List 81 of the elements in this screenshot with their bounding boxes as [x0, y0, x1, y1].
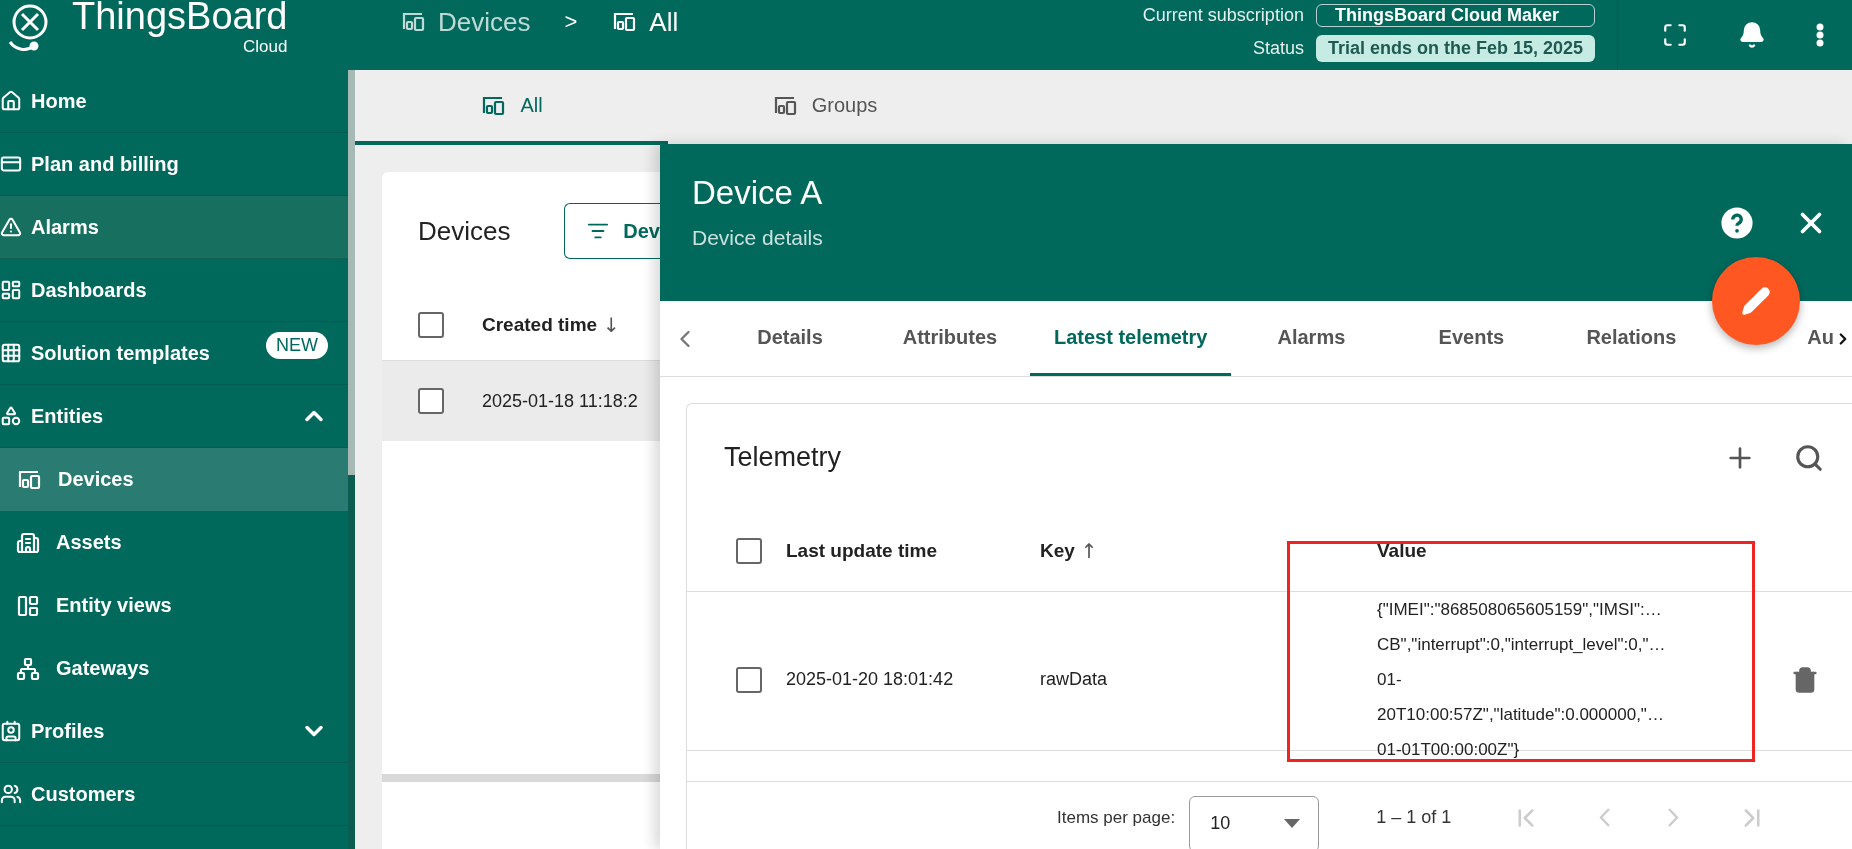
dropdown-caret-icon — [1284, 819, 1301, 828]
contact-icon — [0, 720, 22, 742]
tab[interactable]: Groups — [668, 70, 981, 145]
fullscreen-button[interactable] — [1662, 22, 1688, 48]
search-icon — [1794, 442, 1824, 473]
sidebar-item[interactable]: Profiles — [0, 700, 348, 763]
panel-subtitle: Device details — [692, 226, 824, 250]
dashboard-icon — [0, 279, 22, 301]
table-cell-text: rawData — [1040, 669, 1109, 690]
notifications-button[interactable] — [1738, 21, 1766, 49]
tab[interactable]: Alarms — [1231, 301, 1392, 376]
tab[interactable]: Relations — [1551, 301, 1712, 376]
tab[interactable]: Attributes — [870, 301, 1030, 376]
warning-icon — [0, 216, 22, 238]
building-icon — [16, 530, 40, 555]
sort-arrow: ↑ — [1080, 539, 1098, 563]
trash-icon — [1791, 665, 1819, 694]
column-header[interactable]: Key ↑ — [1040, 539, 1377, 563]
device-icon — [611, 11, 638, 33]
sidebar-subitem[interactable]: Devices — [0, 448, 348, 511]
subscription-plan[interactable]: ThingsBoard Cloud Maker — [1315, 4, 1595, 27]
new-badge: NEW — [266, 331, 328, 359]
horizontal-scrollbar[interactable] — [382, 774, 660, 782]
breadcrumb-item[interactable]: Devices — [438, 6, 531, 38]
shapes-icon — [0, 405, 22, 427]
filter-button[interactable]: Dev — [564, 203, 660, 259]
tab[interactable]: Latest telemetry — [1030, 301, 1232, 376]
logo-text: ThingsBoard — [72, 0, 288, 38]
status-label: Status — [1251, 38, 1304, 59]
tab[interactable]: Au — [1807, 301, 1834, 376]
table-cell-text: 2025-01-20 18:01:42 — [786, 669, 955, 690]
home-icon — [0, 90, 22, 112]
search-button[interactable] — [1794, 442, 1824, 473]
breadcrumb-item: All — [649, 6, 679, 38]
bell-icon — [1738, 21, 1766, 49]
next-page-icon — [1668, 808, 1680, 827]
checkbox[interactable] — [736, 538, 762, 564]
sidebar-subitem[interactable]: Assets — [0, 511, 348, 574]
more-icon — [1816, 23, 1824, 47]
network-icon — [16, 656, 40, 681]
column-header[interactable]: Value — [1377, 540, 1757, 562]
layout-icon — [16, 593, 40, 618]
devices-title: Devices — [418, 215, 511, 247]
tab[interactable]: All — [355, 70, 668, 145]
previous-page-icon — [1599, 808, 1611, 827]
trial-status: Trial ends on the Feb 15, 2025 — [1315, 35, 1595, 62]
checkbox[interactable] — [418, 388, 444, 414]
page-size-select[interactable]: 10 — [1189, 795, 1320, 849]
scrollbar[interactable] — [348, 70, 355, 849]
panel-title: Device A — [692, 174, 824, 212]
users-icon — [0, 783, 22, 805]
tab[interactable]: Details — [710, 301, 870, 376]
column-header[interactable]: Last update time — [786, 540, 1040, 562]
help-button[interactable] — [1720, 206, 1754, 240]
sidebar-subitem[interactable]: Gateways — [0, 637, 348, 700]
telemetry-title: Telemetry — [724, 442, 843, 473]
items-per-page-label: Items per page: — [1057, 807, 1176, 828]
page-range: 1 – 1 of 1 — [1376, 807, 1452, 828]
edit-button[interactable] — [1712, 257, 1800, 345]
table-cell: 2025-01-18 11:18:2 — [482, 390, 638, 412]
more-button[interactable] — [1816, 23, 1824, 47]
device-icon — [400, 11, 426, 33]
table-cell-text: {"IMEI":"868508065605159","IMSI":… CB","interrupt":0,"interrupt_level":0,"… 01- 20T10:00:57Z","latitude":0.000000,"… 01-01T00:00:00Z"} — [1377, 599, 1666, 761]
sidebar-subitem[interactable]: Entity views — [0, 574, 348, 637]
device-row[interactable]: 2025-01-18 11:18:2 — [382, 361, 660, 441]
fullscreen-icon — [1662, 22, 1688, 48]
logo-subtitle: Cloud — [243, 38, 288, 56]
grid-icon — [0, 342, 22, 364]
device-icon — [480, 94, 507, 117]
sidebar-item[interactable]: Solution templates NEW — [0, 322, 348, 385]
sidebar-item[interactable]: Alarms — [0, 196, 348, 259]
column-header[interactable]: Created time ↓ — [482, 313, 620, 337]
sort-arrow: ↓ — [603, 313, 620, 337]
tab[interactable]: Events — [1391, 301, 1552, 376]
subscription-label: Current subscription — [1142, 5, 1304, 26]
device-icon — [16, 468, 42, 491]
checkbox[interactable] — [736, 666, 762, 693]
help-icon — [1720, 206, 1754, 240]
breadcrumb-separator: > — [564, 9, 578, 35]
pencil-icon — [1741, 286, 1771, 316]
checkbox[interactable] — [418, 312, 444, 338]
